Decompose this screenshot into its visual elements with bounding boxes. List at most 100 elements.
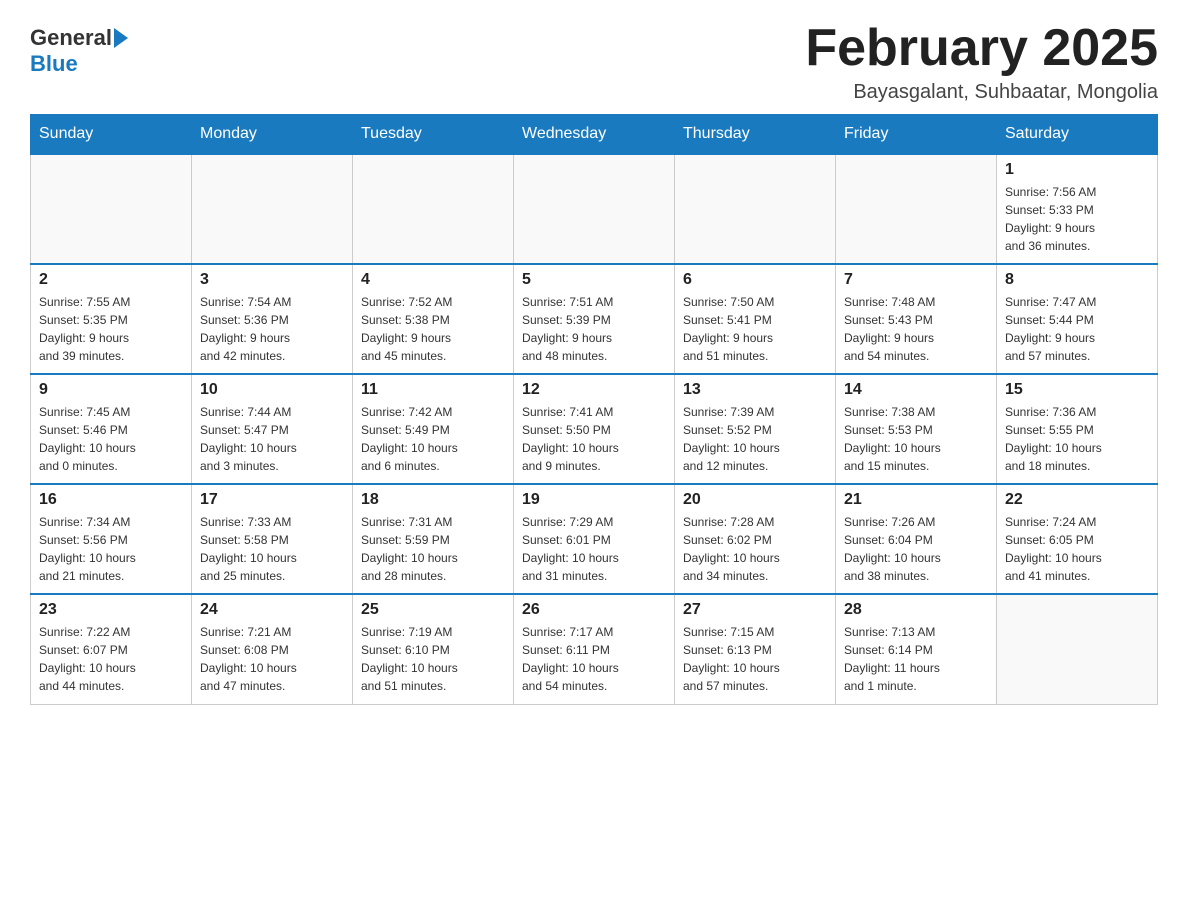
day-info: Sunrise: 7:50 AMSunset: 5:41 PMDaylight:… <box>683 293 827 365</box>
weekday-header-saturday: Saturday <box>997 115 1158 155</box>
day-number: 8 <box>1005 271 1149 289</box>
week-row-1: 1 Sunrise: 7:56 AMSunset: 5:33 PMDaylight… <box>31 154 1158 264</box>
calendar-cell: 10 Sunrise: 7:44 AMSunset: 5:47 PMDayligh… <box>192 374 353 484</box>
day-number: 17 <box>200 491 344 509</box>
day-number: 25 <box>361 601 505 619</box>
calendar-cell: 3 Sunrise: 7:54 AMSunset: 5:36 PMDaylight… <box>192 264 353 374</box>
day-info: Sunrise: 7:29 AMSunset: 6:01 PMDaylight:… <box>522 513 666 585</box>
day-info: Sunrise: 7:39 AMSunset: 5:52 PMDaylight:… <box>683 403 827 475</box>
weekday-header-friday: Friday <box>836 115 997 155</box>
day-number: 21 <box>844 491 988 509</box>
day-info: Sunrise: 7:34 AMSunset: 5:56 PMDaylight:… <box>39 513 183 585</box>
calendar-cell <box>514 154 675 264</box>
day-info: Sunrise: 7:38 AMSunset: 5:53 PMDaylight:… <box>844 403 988 475</box>
day-number: 11 <box>361 381 505 399</box>
calendar-cell: 21 Sunrise: 7:26 AMSunset: 6:04 PMDayligh… <box>836 484 997 594</box>
day-info: Sunrise: 7:51 AMSunset: 5:39 PMDaylight:… <box>522 293 666 365</box>
calendar-cell: 23 Sunrise: 7:22 AMSunset: 6:07 PMDayligh… <box>31 594 192 704</box>
day-number: 28 <box>844 601 988 619</box>
day-info: Sunrise: 7:36 AMSunset: 5:55 PMDaylight:… <box>1005 403 1149 475</box>
logo-arrow-icon <box>114 28 128 48</box>
calendar-cell <box>353 154 514 264</box>
logo-general-text: General <box>30 25 112 51</box>
day-number: 24 <box>200 601 344 619</box>
day-info: Sunrise: 7:44 AMSunset: 5:47 PMDaylight:… <box>200 403 344 475</box>
day-info: Sunrise: 7:26 AMSunset: 6:04 PMDaylight:… <box>844 513 988 585</box>
day-number: 9 <box>39 381 183 399</box>
day-info: Sunrise: 7:19 AMSunset: 6:10 PMDaylight:… <box>361 623 505 695</box>
calendar-cell <box>31 154 192 264</box>
calendar-cell: 14 Sunrise: 7:38 AMSunset: 5:53 PMDayligh… <box>836 374 997 484</box>
calendar-cell <box>997 594 1158 704</box>
day-info: Sunrise: 7:21 AMSunset: 6:08 PMDaylight:… <box>200 623 344 695</box>
day-info: Sunrise: 7:55 AMSunset: 5:35 PMDaylight:… <box>39 293 183 365</box>
calendar-cell: 28 Sunrise: 7:13 AMSunset: 6:14 PMDayligh… <box>836 594 997 704</box>
calendar-cell <box>836 154 997 264</box>
day-number: 13 <box>683 381 827 399</box>
calendar-cell: 12 Sunrise: 7:41 AMSunset: 5:50 PMDayligh… <box>514 374 675 484</box>
day-number: 23 <box>39 601 183 619</box>
day-number: 14 <box>844 381 988 399</box>
day-number: 1 <box>1005 161 1149 179</box>
day-number: 20 <box>683 491 827 509</box>
calendar-cell: 24 Sunrise: 7:21 AMSunset: 6:08 PMDayligh… <box>192 594 353 704</box>
day-number: 19 <box>522 491 666 509</box>
week-row-5: 23 Sunrise: 7:22 AMSunset: 6:07 PMDayligh… <box>31 594 1158 704</box>
day-number: 5 <box>522 271 666 289</box>
calendar-cell: 16Sunrise: 7:34 AMSunset: 5:56 PMDayligh… <box>31 484 192 594</box>
calendar-cell: 15 Sunrise: 7:36 AMSunset: 5:55 PMDayligh… <box>997 374 1158 484</box>
calendar-cell: 7Sunrise: 7:48 AMSunset: 5:43 PMDaylight… <box>836 264 997 374</box>
day-number: 10 <box>200 381 344 399</box>
calendar-cell: 17 Sunrise: 7:33 AMSunset: 5:58 PMDayligh… <box>192 484 353 594</box>
day-number: 12 <box>522 381 666 399</box>
calendar-cell: 26 Sunrise: 7:17 AMSunset: 6:11 PMDayligh… <box>514 594 675 704</box>
day-info: Sunrise: 7:15 AMSunset: 6:13 PMDaylight:… <box>683 623 827 695</box>
title-section: February 2025 Bayasgalant, Suhbaatar, Mo… <box>805 20 1158 104</box>
calendar-cell: 20 Sunrise: 7:28 AMSunset: 6:02 PMDayligh… <box>675 484 836 594</box>
day-info: Sunrise: 7:24 AMSunset: 6:05 PMDaylight:… <box>1005 513 1149 585</box>
weekday-header-monday: Monday <box>192 115 353 155</box>
day-number: 3 <box>200 271 344 289</box>
calendar-cell: 22 Sunrise: 7:24 AMSunset: 6:05 PMDayligh… <box>997 484 1158 594</box>
day-info: Sunrise: 7:54 AMSunset: 5:36 PMDaylight:… <box>200 293 344 365</box>
day-number: 2 <box>39 271 183 289</box>
week-row-3: 9 Sunrise: 7:45 AMSunset: 5:46 PMDaylight… <box>31 374 1158 484</box>
weekday-header-row: SundayMondayTuesdayWednesdayThursdayFrid… <box>31 115 1158 155</box>
calendar-cell: 6 Sunrise: 7:50 AMSunset: 5:41 PMDaylight… <box>675 264 836 374</box>
day-info: Sunrise: 7:28 AMSunset: 6:02 PMDaylight:… <box>683 513 827 585</box>
day-info: Sunrise: 7:31 AMSunset: 5:59 PMDaylight:… <box>361 513 505 585</box>
day-info: Sunrise: 7:33 AMSunset: 5:58 PMDaylight:… <box>200 513 344 585</box>
week-row-2: 2 Sunrise: 7:55 AMSunset: 5:35 PMDaylight… <box>31 264 1158 374</box>
weekday-header-wednesday: Wednesday <box>514 115 675 155</box>
weekday-header-thursday: Thursday <box>675 115 836 155</box>
day-number: 18 <box>361 491 505 509</box>
day-number: 6 <box>683 271 827 289</box>
weekday-header-sunday: Sunday <box>31 115 192 155</box>
day-number: 7 <box>844 271 988 289</box>
calendar-cell: 4Sunrise: 7:52 AMSunset: 5:38 PMDaylight… <box>353 264 514 374</box>
calendar-cell: 13 Sunrise: 7:39 AMSunset: 5:52 PMDayligh… <box>675 374 836 484</box>
logo-blue-text: Blue <box>30 51 78 77</box>
day-info: Sunrise: 7:17 AMSunset: 6:11 PMDaylight:… <box>522 623 666 695</box>
calendar-cell: 5 Sunrise: 7:51 AMSunset: 5:39 PMDaylight… <box>514 264 675 374</box>
calendar-cell: 19 Sunrise: 7:29 AMSunset: 6:01 PMDayligh… <box>514 484 675 594</box>
page-header: General Blue February 2025 Bayasgalant, … <box>30 20 1158 104</box>
calendar-cell: 9 Sunrise: 7:45 AMSunset: 5:46 PMDaylight… <box>31 374 192 484</box>
day-info: Sunrise: 7:47 AMSunset: 5:44 PMDaylight:… <box>1005 293 1149 365</box>
calendar-cell <box>675 154 836 264</box>
calendar-cell: 25 Sunrise: 7:19 AMSunset: 6:10 PMDayligh… <box>353 594 514 704</box>
calendar-cell: 27Sunrise: 7:15 AMSunset: 6:13 PMDayligh… <box>675 594 836 704</box>
day-number: 15 <box>1005 381 1149 399</box>
day-number: 26 <box>522 601 666 619</box>
location-subtitle: Bayasgalant, Suhbaatar, Mongolia <box>805 81 1158 104</box>
calendar-cell: 18 Sunrise: 7:31 AMSunset: 5:59 PMDayligh… <box>353 484 514 594</box>
day-info: Sunrise: 7:56 AMSunset: 5:33 PMDaylight:… <box>1005 183 1149 255</box>
day-number: 22 <box>1005 491 1149 509</box>
day-info: Sunrise: 7:42 AMSunset: 5:49 PMDaylight:… <box>361 403 505 475</box>
day-info: Sunrise: 7:22 AMSunset: 6:07 PMDaylight:… <box>39 623 183 695</box>
weekday-header-tuesday: Tuesday <box>353 115 514 155</box>
day-info: Sunrise: 7:41 AMSunset: 5:50 PMDaylight:… <box>522 403 666 475</box>
day-info: Sunrise: 7:13 AMSunset: 6:14 PMDaylight:… <box>844 623 988 695</box>
day-info: Sunrise: 7:45 AMSunset: 5:46 PMDaylight:… <box>39 403 183 475</box>
month-title: February 2025 <box>805 20 1158 77</box>
